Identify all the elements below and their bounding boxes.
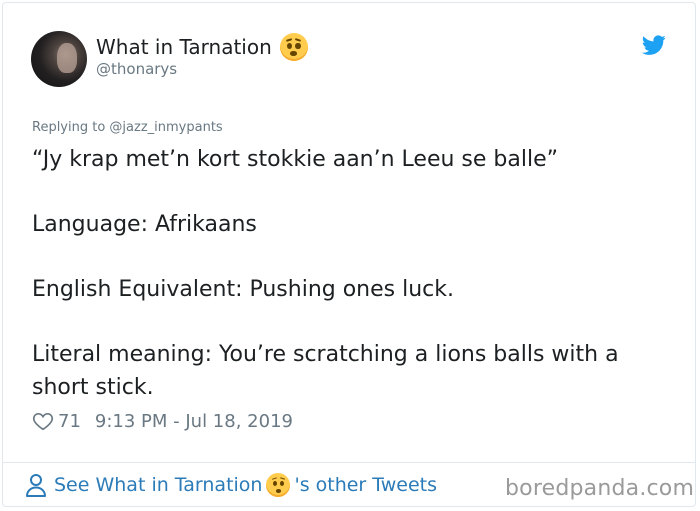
reply-context[interactable]: Replying to @jazz_inmypants [32, 120, 223, 135]
tweet-line-quote: “Jy krap met’n kort stokkie aan’n Leeu s… [32, 147, 559, 172]
person-icon [26, 474, 46, 497]
tweet-line-equivalent: English Equivalent: Pushing ones luck. [32, 277, 454, 302]
twitter-bird-icon[interactable] [641, 33, 667, 57]
tweet-text: “Jy krap met’n kort stokkie aan’n Leeu s… [32, 143, 672, 404]
footer-link-suffix[interactable]: 's other Tweets [294, 474, 437, 496]
timestamp[interactable]: 9:13 PM - Jul 18, 2019 [95, 411, 293, 432]
display-name-text[interactable]: What in Tarnation [96, 34, 272, 60]
worried-face-emoji-icon [266, 473, 291, 497]
watermark-logo: boredpanda.com [505, 476, 695, 501]
like-count[interactable]: 71 [58, 411, 81, 432]
see-other-tweets-link[interactable]: See What in Tarnation 's other Tweets [24, 472, 437, 498]
heart-icon[interactable] [32, 410, 54, 432]
worried-face-emoji-icon [279, 33, 308, 61]
footer-divider [2, 462, 696, 463]
user-handle[interactable]: @thonarys [96, 60, 177, 78]
tweet-meta: 71 9:13 PM - Jul 18, 2019 [32, 410, 293, 432]
tweet-line-literal: Literal meaning: You’re scratching a lio… [32, 342, 619, 400]
footer-link-prefix[interactable]: See What in Tarnation [54, 474, 262, 496]
avatar[interactable] [31, 31, 87, 87]
tweet-line-language: Language: Afrikaans [32, 212, 257, 237]
display-name[interactable]: What in Tarnation [96, 33, 308, 61]
